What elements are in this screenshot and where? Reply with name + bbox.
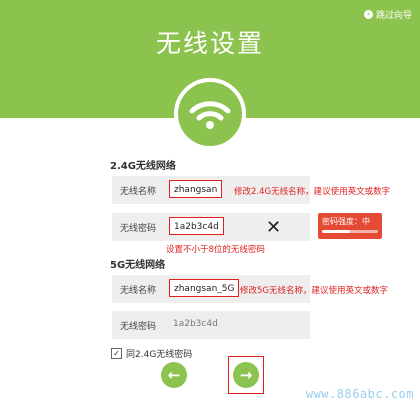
- wifi-icon: [174, 78, 246, 150]
- arrow-left-icon[interactable]: ←: [161, 362, 187, 388]
- password-row-5g: 无线密码 1a2b3c4d: [112, 311, 310, 339]
- x-icon[interactable]: ✕: [266, 219, 281, 237]
- arrow-right-circle-icon: ›: [363, 10, 373, 19]
- wireless-setup-page: 无线设置 › 跳过向导 2.4G无线网络 无线名称 zhangsan 修改2.4…: [0, 0, 420, 406]
- password-strength-bar: [322, 230, 378, 233]
- section-title-5g: 5G无线网络: [110, 260, 166, 271]
- ssid-label-5g: 无线名称: [120, 286, 157, 296]
- ssid-label-24g: 无线名称: [120, 187, 157, 197]
- ssid-note-24g: 修改2.4G无线名称，建议使用英文或数字: [234, 187, 391, 197]
- password-input-5g[interactable]: 1a2b3c4d: [169, 315, 222, 333]
- checkbox-icon[interactable]: ✓: [111, 348, 122, 359]
- skip-wizard-link[interactable]: › 跳过向导: [363, 8, 412, 21]
- password-label-24g: 无线密码: [120, 224, 157, 234]
- password-note-24g: 设置不小于8位的无线密码: [166, 245, 265, 255]
- password-strength-label: 密码强度：中: [322, 217, 370, 226]
- watermark: www.886abc.com: [305, 387, 414, 401]
- ssid-note-5g: 修改5G无线名称，建议使用英文或数字: [240, 286, 388, 296]
- arrow-right-icon[interactable]: →: [233, 362, 259, 388]
- same-password-checkbox[interactable]: ✓ 同2.4G无线密码: [111, 347, 192, 360]
- password-input-24g[interactable]: 1a2b3c4d: [169, 217, 224, 235]
- skip-wizard-label: 跳过向导: [375, 11, 412, 21]
- same-password-label: 同2.4G无线密码: [126, 350, 193, 360]
- password-strength-fill: [322, 230, 350, 233]
- page-title: 无线设置: [155, 29, 264, 58]
- password-strength-tooltip: 密码强度：中: [318, 213, 382, 239]
- ssid-input-24g[interactable]: zhangsan: [169, 180, 223, 198]
- section-title-24g: 2.4G无线网络: [110, 161, 176, 172]
- ssid-input-5g[interactable]: zhangsan_5G: [169, 279, 240, 297]
- password-label-5g: 无线密码: [120, 322, 157, 332]
